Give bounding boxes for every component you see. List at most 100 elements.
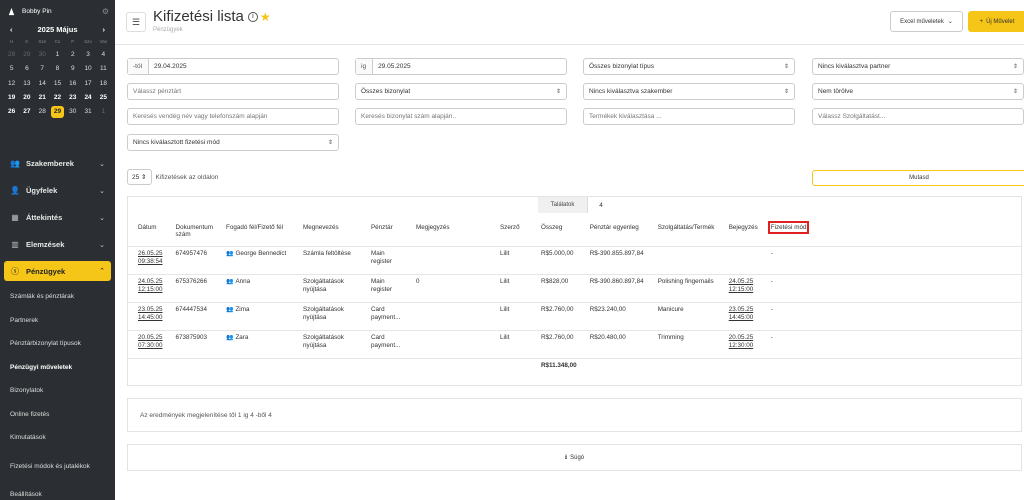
specialist-select[interactable]: Nincs kiválasztva szakember ⇕ (583, 83, 795, 100)
partner-select[interactable]: Nincs kiválasztva partner ⇕ (812, 58, 1024, 75)
sidebar-subitem-active[interactable]: Pénzügyi műveletek (0, 356, 115, 380)
sidebar-subitem[interactable]: Partnerek (0, 309, 115, 333)
row-entry[interactable]: 23.05.25 14:45:00 (718, 302, 761, 331)
name-text: Szolgáltatások (302, 333, 344, 341)
calendar-day[interactable]: 13 (19, 77, 34, 91)
show-button[interactable]: Mutasd (812, 170, 1024, 186)
sidebar-item-penzugyek[interactable]: ⓢ Pénzügyek ⌃ (4, 261, 111, 281)
row-date[interactable]: 20.05.25 07:30:00 (128, 330, 166, 359)
calendar-day[interactable]: 11 (96, 62, 111, 76)
products-select[interactable]: Termékek kiválasztása ... (583, 108, 795, 125)
sidebar-subitem[interactable]: Online fizetés (0, 403, 115, 427)
guest-search-input[interactable]: Keresés vendég név vagy telefonszám alap… (127, 108, 339, 125)
calendar-day[interactable]: 25 (96, 91, 111, 105)
column-header-party[interactable]: Fogadó fél/Fizető fél (215, 219, 293, 247)
settings-gear-icon[interactable]: ⚙ (102, 7, 109, 16)
calendar-day[interactable]: 3 (80, 48, 95, 62)
calendar-day[interactable]: 8 (50, 62, 65, 76)
table-row[interactable]: 26.05.25 09:38:54 674957476 👥 George Benne… (128, 246, 1021, 275)
cash-register-select[interactable]: Válassz pénztárt (127, 83, 339, 100)
calendar-day[interactable]: 5 (4, 62, 19, 76)
row-entry[interactable]: 24.05.25 12:15:00 (718, 274, 761, 303)
calendar-day[interactable]: 31 (80, 105, 95, 119)
calendar-day[interactable]: 15 (50, 77, 65, 91)
calendar-day[interactable]: 2 (65, 48, 80, 62)
column-header-amount[interactable]: Összeg (530, 219, 580, 247)
voucher-type-select[interactable]: Összes bizonylat típus ⇕ (583, 58, 795, 75)
date-from-field[interactable]: -tól 29.04.2025 (127, 58, 339, 75)
calendar-day[interactable]: 7 (35, 62, 50, 76)
calendar-day[interactable]: 26 (4, 105, 19, 119)
calendar-day[interactable]: 30 (35, 48, 50, 62)
calendar-day[interactable]: 10 (80, 62, 95, 76)
row-date[interactable]: 23.05.25 14:45:00 (128, 302, 166, 331)
hamburger-menu-icon[interactable]: ☰ (126, 12, 146, 32)
column-header-service[interactable]: Szolgáltatás/Termék (647, 219, 719, 247)
column-header-date[interactable]: Dátum (128, 219, 166, 247)
sidebar-subitem[interactable]: Számlák és pénztárak (0, 285, 115, 309)
next-month-icon[interactable]: › (103, 25, 106, 34)
tab-results[interactable]: Találatok (538, 197, 588, 213)
row-date[interactable]: 24.05.25 12:15:00 (128, 274, 166, 303)
calendar-day[interactable]: 19 (4, 91, 19, 105)
breadcrumb[interactable]: Pénzügyek (153, 27, 183, 33)
sidebar-item-szakemberek[interactable]: 👥 Szakemberek ⌄ (0, 150, 115, 177)
calendar-day[interactable]: 4 (96, 48, 111, 62)
table-row[interactable]: 23.05.25 14:45:00 674447534 👥 Zima Szolgál… (128, 302, 1021, 331)
calendar-day[interactable]: 12 (4, 77, 19, 91)
info-icon[interactable]: i (247, 12, 258, 23)
calendar-day[interactable]: 21 (35, 91, 50, 105)
all-vouchers-select[interactable]: Összes bizonylat ⇕ (355, 83, 567, 100)
calendar-day[interactable]: 30 (65, 105, 80, 119)
date-to-field[interactable]: ig 29.05.2025 (355, 58, 567, 75)
column-header-payment-method[interactable]: Fizetési mód (760, 219, 1021, 247)
sidebar-subitem[interactable]: Bizonylatok (0, 379, 115, 403)
table-row[interactable]: 20.05.25 07:30:00 673875903 👥 Zara Szolgál… (128, 330, 1021, 359)
payment-method-select[interactable]: Nincs kiválasztott fizetési mód ⇕ (127, 134, 339, 151)
services-select[interactable]: Válassz Szolgáltatást... (812, 108, 1024, 125)
column-header-author[interactable]: Szerző (489, 219, 531, 247)
excel-actions-button[interactable]: Excel műveletek ⌄ (890, 11, 963, 32)
deleted-status-select[interactable]: Nem törölve ⇕ (812, 83, 1024, 100)
calendar-day[interactable]: 28 (35, 105, 50, 119)
per-page-select[interactable]: 25 ⇕ (127, 169, 152, 185)
calendar-day[interactable]: 18 (96, 77, 111, 91)
calendar-day[interactable]: 28 (4, 48, 19, 62)
calendar-day[interactable]: 22 (50, 91, 65, 105)
help-button[interactable]: ℹ Súgó (127, 444, 1022, 471)
sidebar-subitem[interactable]: Fizetési módok és jutalékok (0, 450, 115, 483)
calendar-day-today[interactable]: 29 (50, 105, 65, 119)
calendar-day[interactable]: 23 (65, 91, 80, 105)
partner-value: Nincs kiválasztva partner (818, 63, 891, 70)
column-header-note[interactable]: Megjegyzés (405, 219, 490, 247)
calendar-day[interactable]: 1 (96, 105, 111, 119)
calendar-day[interactable]: 29 (19, 48, 34, 62)
column-header-entry[interactable]: Bejegyzés (718, 219, 761, 247)
calendar-day[interactable]: 20 (19, 91, 34, 105)
column-header-register[interactable]: Pénztár (360, 219, 406, 247)
voucher-search-input[interactable]: Keresés bizonylat szám alapján.. (355, 108, 567, 125)
prev-month-icon[interactable]: ‹ (10, 25, 13, 34)
column-header-document[interactable]: Dokumentum szám (165, 219, 216, 247)
calendar-day[interactable]: 9 (65, 62, 80, 76)
sidebar-item-elemzesek[interactable]: ▥ Elemzések ⌄ (0, 231, 115, 258)
calendar-day[interactable]: 17 (80, 77, 95, 91)
calendar-day[interactable]: 14 (35, 77, 50, 91)
table-row[interactable]: 24.05.25 12:15:00 675376266 👥 Anna Szolgál… (128, 274, 1021, 303)
column-header-name[interactable]: Megnevezés (292, 219, 361, 247)
calendar-day[interactable]: 6 (19, 62, 34, 76)
row-date[interactable]: 26.05.25 09:38:54 (128, 246, 166, 275)
calendar-day[interactable]: 1 (50, 48, 65, 62)
sidebar-subitem[interactable]: Pénztárbizonylat típusok (0, 332, 115, 356)
calendar-day[interactable]: 24 (80, 91, 95, 105)
row-entry[interactable]: 20.05.25 12:30:00 (718, 330, 761, 359)
sidebar-subitem[interactable]: Kimutatások (0, 426, 115, 450)
calendar-day[interactable]: 27 (19, 105, 34, 119)
star-icon[interactable]: ★ (260, 10, 271, 24)
sidebar-item-ugyfelek[interactable]: 👤 Ügyfelek ⌄ (0, 177, 115, 204)
sidebar-subitem[interactable]: Beállítások (0, 483, 115, 500)
column-header-balance[interactable]: Pénztár egyenleg (579, 219, 648, 247)
sidebar-item-attekintes[interactable]: ▦ Áttekintés ⌄ (0, 204, 115, 231)
new-operation-button[interactable]: + Új Művelet (968, 11, 1024, 32)
calendar-day[interactable]: 16 (65, 77, 80, 91)
